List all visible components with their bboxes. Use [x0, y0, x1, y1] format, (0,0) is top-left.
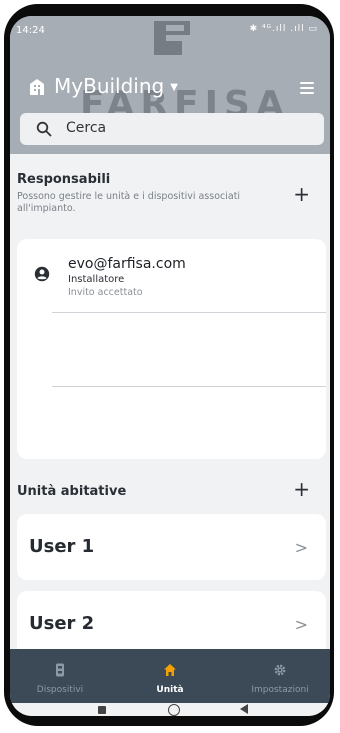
app-title: MyBuilding	[54, 74, 165, 98]
user-email[interactable]: evo@farfisa.com	[68, 256, 186, 272]
nav-item-dispositivi[interactable]: Dispositivi	[10, 649, 110, 703]
divider	[52, 386, 326, 387]
building-icon[interactable]	[28, 78, 46, 96]
system-navigation-bar	[10, 703, 330, 716]
phone: FARFISA 14:24 ✱ ⁴ᴳ.ıll .ıll ▭ MyBuilding…	[0, 0, 340, 733]
nav-label: Impostazioni	[251, 685, 309, 695]
search-input[interactable]: Cerca	[20, 113, 324, 145]
search-placeholder: Cerca	[66, 120, 107, 136]
user-icon	[34, 266, 50, 282]
responsabili-description: Possono gestire le unità e i dispositivi…	[17, 191, 241, 214]
status-bar: 14:24 ✱ ⁴ᴳ.ıll .ıll ▭	[10, 16, 330, 44]
building-selector[interactable]: MyBuilding ▼	[54, 74, 178, 98]
unit-card-user-2[interactable]: User 2 >	[17, 591, 326, 657]
nav-label: Unità	[156, 685, 184, 695]
menu-icon[interactable]	[300, 82, 314, 94]
app-header: FARFISA 14:24 ✱ ⁴ᴳ.ıll .ıll ▭ MyBuilding…	[10, 16, 330, 154]
nav-item-unita[interactable]: Unità	[120, 649, 220, 703]
recent-apps-icon[interactable]	[98, 706, 106, 714]
status-time: 14:24	[16, 25, 45, 36]
nav-label: Dispositivi	[36, 685, 84, 695]
caret-down-icon: ▼	[170, 81, 178, 93]
unit-label: User 2	[29, 613, 95, 634]
home-button-icon[interactable]	[168, 704, 180, 716]
unit-label: User 1	[29, 536, 95, 557]
unita-title: Unità abitative	[17, 484, 127, 499]
screen: FARFISA 14:24 ✱ ⁴ᴳ.ıll .ıll ▭ MyBuilding…	[10, 16, 330, 716]
home-icon	[164, 664, 176, 676]
unit-card-user-1[interactable]: User 1 >	[17, 514, 326, 580]
user-role: Installatore	[68, 274, 125, 285]
responsabili-title: Responsabili	[17, 172, 111, 187]
back-icon[interactable]	[240, 704, 248, 714]
divider	[52, 312, 326, 313]
nav-item-impostazioni[interactable]: Impostazioni	[230, 649, 330, 703]
user-invite-status: Invito accettato	[68, 287, 143, 298]
search-icon	[36, 121, 52, 137]
add-unita-button[interactable]: +	[293, 477, 310, 501]
device-icon	[56, 663, 64, 677]
bottom-navigation: Dispositivi Unità Impostazioni	[10, 649, 330, 703]
gear-icon	[274, 664, 286, 676]
chevron-right-icon: >	[294, 615, 308, 634]
responsabili-card	[17, 239, 326, 459]
status-icons: ✱ ⁴ᴳ.ıll .ıll ▭	[249, 24, 318, 34]
chevron-right-icon: >	[294, 538, 308, 557]
add-responsabile-button[interactable]: +	[293, 182, 310, 206]
